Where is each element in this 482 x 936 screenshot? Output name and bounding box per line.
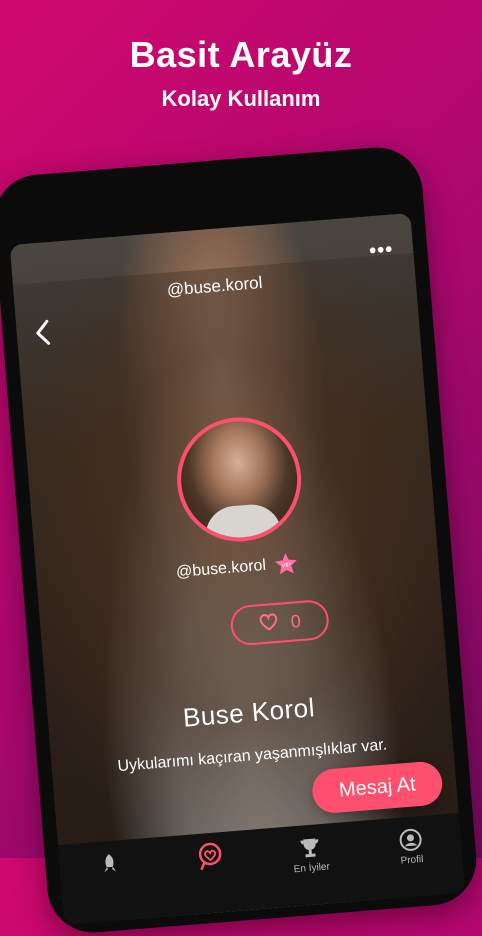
- user-icon: [379, 823, 441, 858]
- tab-discover[interactable]: [179, 839, 241, 874]
- tab-rocket[interactable]: [79, 847, 141, 882]
- promo-subtitle: Kolay Kullanım: [161, 86, 321, 111]
- vip-badge-icon: VIP: [273, 551, 299, 577]
- profile-username: @buse.korol: [175, 556, 267, 582]
- heart-outline-icon: [258, 611, 280, 636]
- tab-top[interactable]: En İyiler: [279, 831, 342, 877]
- promo-title: Basit Arayüz: [129, 34, 353, 75]
- back-icon[interactable]: [32, 318, 54, 348]
- rocket-icon: [79, 847, 141, 882]
- phone-frame: ••• @buse.korol @buse.korol VIP 0 Buse K…: [0, 143, 480, 936]
- heart-search-icon: [179, 839, 241, 874]
- more-options-icon[interactable]: •••: [368, 238, 394, 263]
- tab-profile[interactable]: Profil: [379, 823, 442, 869]
- profile-screen: ••• @buse.korol @buse.korol VIP 0 Buse K…: [9, 212, 466, 925]
- svg-text:VIP: VIP: [281, 563, 291, 570]
- like-count: 0: [289, 610, 302, 632]
- trophy-icon: [279, 831, 341, 866]
